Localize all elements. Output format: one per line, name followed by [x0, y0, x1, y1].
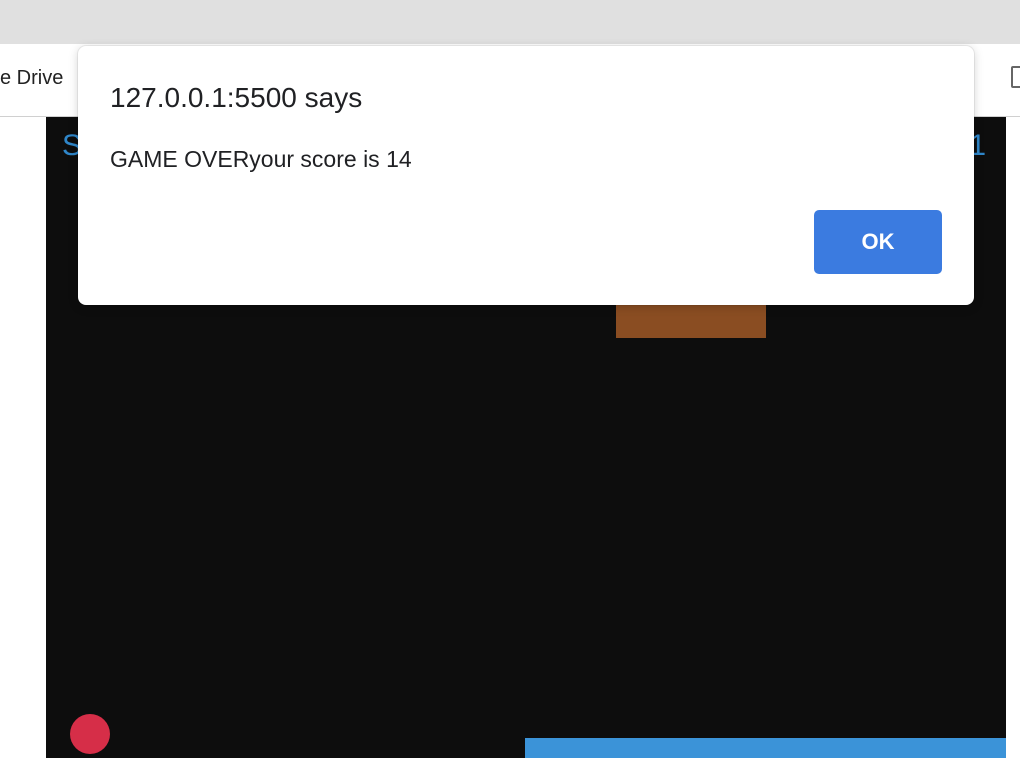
ok-button[interactable]: OK: [814, 210, 942, 274]
bookmark-item[interactable]: e Drive: [0, 67, 63, 90]
dialog-title: 127.0.0.1:5500 says: [110, 82, 363, 113]
alert-dialog: 127.0.0.1:5500 says GAME OVERyour score …: [78, 46, 974, 305]
paddle[interactable]: [525, 738, 1006, 758]
window-icon[interactable]: [1011, 66, 1020, 88]
dialog-message: GAME OVERyour score is 14: [110, 146, 412, 172]
ball: [70, 714, 110, 754]
browser-tabstrip: [0, 0, 1020, 44]
